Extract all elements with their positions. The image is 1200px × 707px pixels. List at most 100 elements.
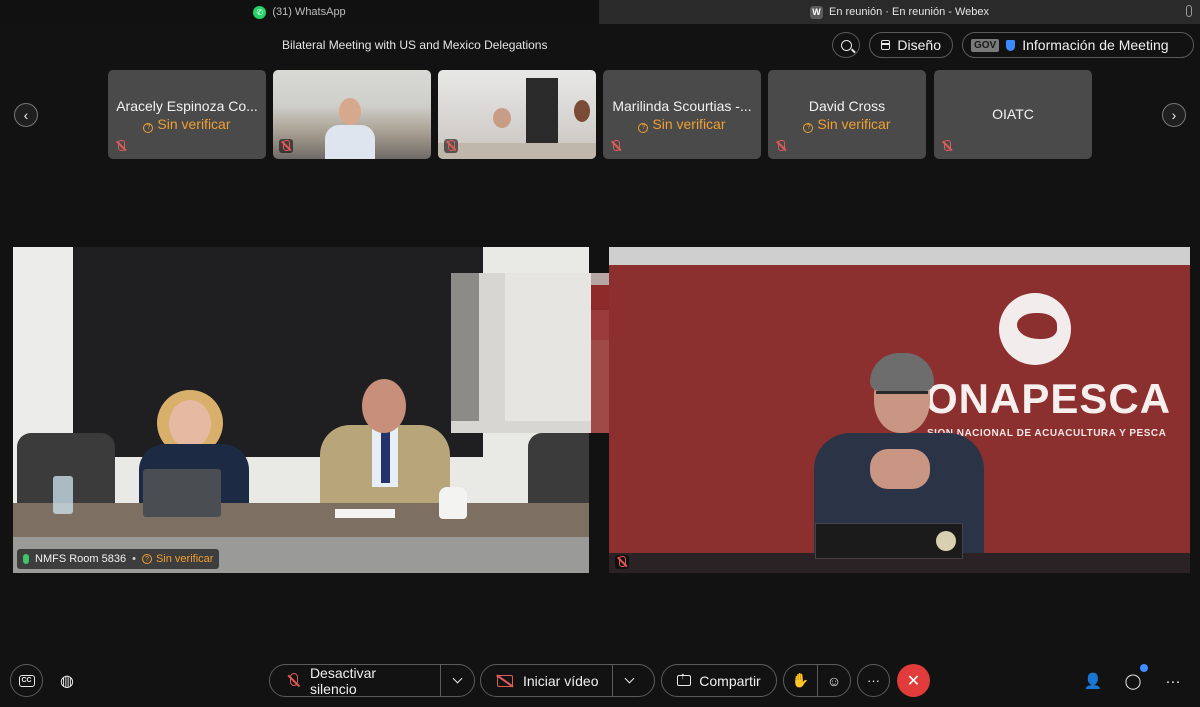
unmute-button[interactable]: Desactivar silencio <box>270 664 440 697</box>
share-screen-icon <box>677 671 692 686</box>
video-person-man <box>320 379 450 511</box>
layout-icon <box>881 40 891 50</box>
unverified-icon: ? <box>141 554 152 564</box>
participants-icon: 👤 <box>1083 673 1103 690</box>
unmute-label: Desactivar silencio <box>309 664 377 697</box>
participant-tile[interactable]: OIATC <box>934 70 1092 159</box>
meeting-info-label: Información de Meeting <box>1022 37 1169 53</box>
closed-captions-icon: CC <box>18 674 35 687</box>
room-status-label: Sin verificar <box>155 553 214 565</box>
meeting-info-button[interactable]: GOV Información de Meeting <box>962 32 1194 58</box>
participants-button[interactable]: 👤 <box>1081 669 1105 693</box>
chevron-left-icon: ‹ <box>23 107 29 123</box>
brand-logo <box>999 293 1071 365</box>
participant-video-person <box>574 100 590 122</box>
room-name-tag: NMFS Room 5836 • ? Sin verificar <box>17 549 220 569</box>
leave-meeting-button[interactable]: ✕ <box>897 664 930 697</box>
muted-mic-icon <box>940 139 954 153</box>
participant-video-tile[interactable] <box>273 70 431 159</box>
video-pane-conapesca[interactable]: ONAPESCA SION NACIONAL DE ACUACULTURA Y … <box>609 247 1190 573</box>
room-status: ? Sin verificar <box>141 553 214 565</box>
microphone-off-icon <box>286 672 300 689</box>
more-options-button[interactable]: ··· <box>857 664 890 697</box>
video-background-door <box>526 78 558 143</box>
video-ceiling <box>609 247 1190 265</box>
participant-name: Marilinda Scourtias -... <box>612 98 752 114</box>
participant-status: ? Sin verificar <box>603 116 761 133</box>
participant-video-tile[interactable] <box>438 70 596 159</box>
audio-options-button[interactable] <box>440 665 474 696</box>
reactions-control: ✋ ☺ <box>783 664 851 697</box>
unverified-icon: ? <box>803 122 814 133</box>
ellipsis-icon: ··· <box>1165 672 1181 690</box>
strip-next-button[interactable]: › <box>1162 103 1186 127</box>
mic-active-icon <box>23 554 29 564</box>
share-label: Compartir <box>699 672 761 689</box>
share-button[interactable]: Compartir <box>661 664 777 697</box>
participant-tile[interactable]: Marilinda Scourtias -... ? Sin verificar <box>603 70 761 159</box>
overflow-menu-button[interactable]: ··· <box>1161 669 1185 693</box>
video-laptop <box>143 469 221 517</box>
chevron-down-icon <box>452 673 463 684</box>
zoom-button[interactable] <box>832 32 860 58</box>
video-paper <box>335 509 395 518</box>
video-bottle <box>53 476 73 514</box>
participant-name: David Cross <box>808 98 886 114</box>
chevron-down-icon <box>625 673 635 684</box>
participant-name: Aracely Espinoza Co... <box>116 98 258 114</box>
video-background-table <box>438 143 596 159</box>
reactions-button[interactable]: ☺ <box>816 665 850 696</box>
muted-mic-icon <box>279 139 293 153</box>
participant-status-label: Sin verificar <box>652 116 726 132</box>
video-options-button[interactable] <box>612 665 646 696</box>
start-video-button[interactable]: Iniciar vídeo <box>481 665 612 696</box>
chat-notification-dot <box>1140 664 1148 672</box>
raise-hand-button[interactable]: ✋ <box>784 665 817 696</box>
language-button[interactable]: ◍ <box>56 670 78 692</box>
layout-button-label: Diseño <box>897 37 941 53</box>
smiley-icon: ☺ <box>826 672 842 689</box>
camera-off-icon <box>497 674 513 687</box>
unmute-control: Desactivar silencio <box>269 664 475 697</box>
tab-whatsapp-label: (31) WhatsApp <box>272 6 346 18</box>
participant-status-label: Sin verificar <box>157 116 231 132</box>
muted-mic-icon <box>114 139 128 153</box>
close-icon: ✕ <box>906 672 921 690</box>
webex-tab-icon: W <box>810 5 823 19</box>
captions-button[interactable]: CC <box>10 664 43 697</box>
muted-mic-icon <box>774 139 788 153</box>
meeting-title: Bilateral Meeting with US and Mexico Del… <box>282 38 548 52</box>
whatsapp-icon: ✆ <box>253 5 267 19</box>
video-nameplate <box>815 523 963 559</box>
raise-hand-icon: ✋ <box>791 672 810 688</box>
layout-button[interactable]: Diseño <box>869 32 953 58</box>
muted-mic-icon <box>615 555 629 569</box>
globe-icon: ◍ <box>60 673 74 690</box>
room-name: NMFS Room 5836 <box>35 553 127 565</box>
video-table <box>13 503 589 537</box>
unverified-icon: ? <box>638 122 649 133</box>
participant-name: OIATC <box>992 106 1034 122</box>
browser-titlebar: ✆ (31) WhatsApp W En reunión · En reunió… <box>0 0 1200 24</box>
chat-button[interactable]: ◯ <box>1121 669 1145 693</box>
participant-video-person <box>325 98 375 159</box>
participant-tile[interactable]: Aracely Espinoza Co... ? Sin verificar <box>108 70 266 159</box>
shield-icon <box>1006 39 1016 51</box>
start-video-label: Iniciar vídeo <box>523 672 599 689</box>
tab-webex[interactable]: W En reunión · En reunión - Webex <box>599 0 1200 24</box>
video-control: Iniciar vídeo <box>480 664 655 697</box>
microphone-indicator-icon <box>1186 5 1192 17</box>
participant-status: ? Sin verificar <box>108 116 266 133</box>
gov-badge: GOV <box>971 38 1000 52</box>
participant-status: ? Sin verificar <box>768 116 926 133</box>
tab-whatsapp[interactable]: ✆ (31) WhatsApp <box>0 0 599 24</box>
video-lamp <box>439 487 467 519</box>
unverified-icon: ? <box>143 122 154 133</box>
participant-video-person <box>493 108 511 128</box>
participant-tile[interactable]: David Cross ? Sin verificar <box>768 70 926 159</box>
tab-webex-label: En reunión · En reunión - Webex <box>829 6 989 18</box>
more-options-icon: ··· <box>867 673 880 688</box>
strip-previous-button[interactable]: ‹ <box>14 103 38 127</box>
chevron-right-icon: › <box>1171 107 1177 123</box>
chat-bubble-icon: ◯ <box>1124 673 1142 690</box>
